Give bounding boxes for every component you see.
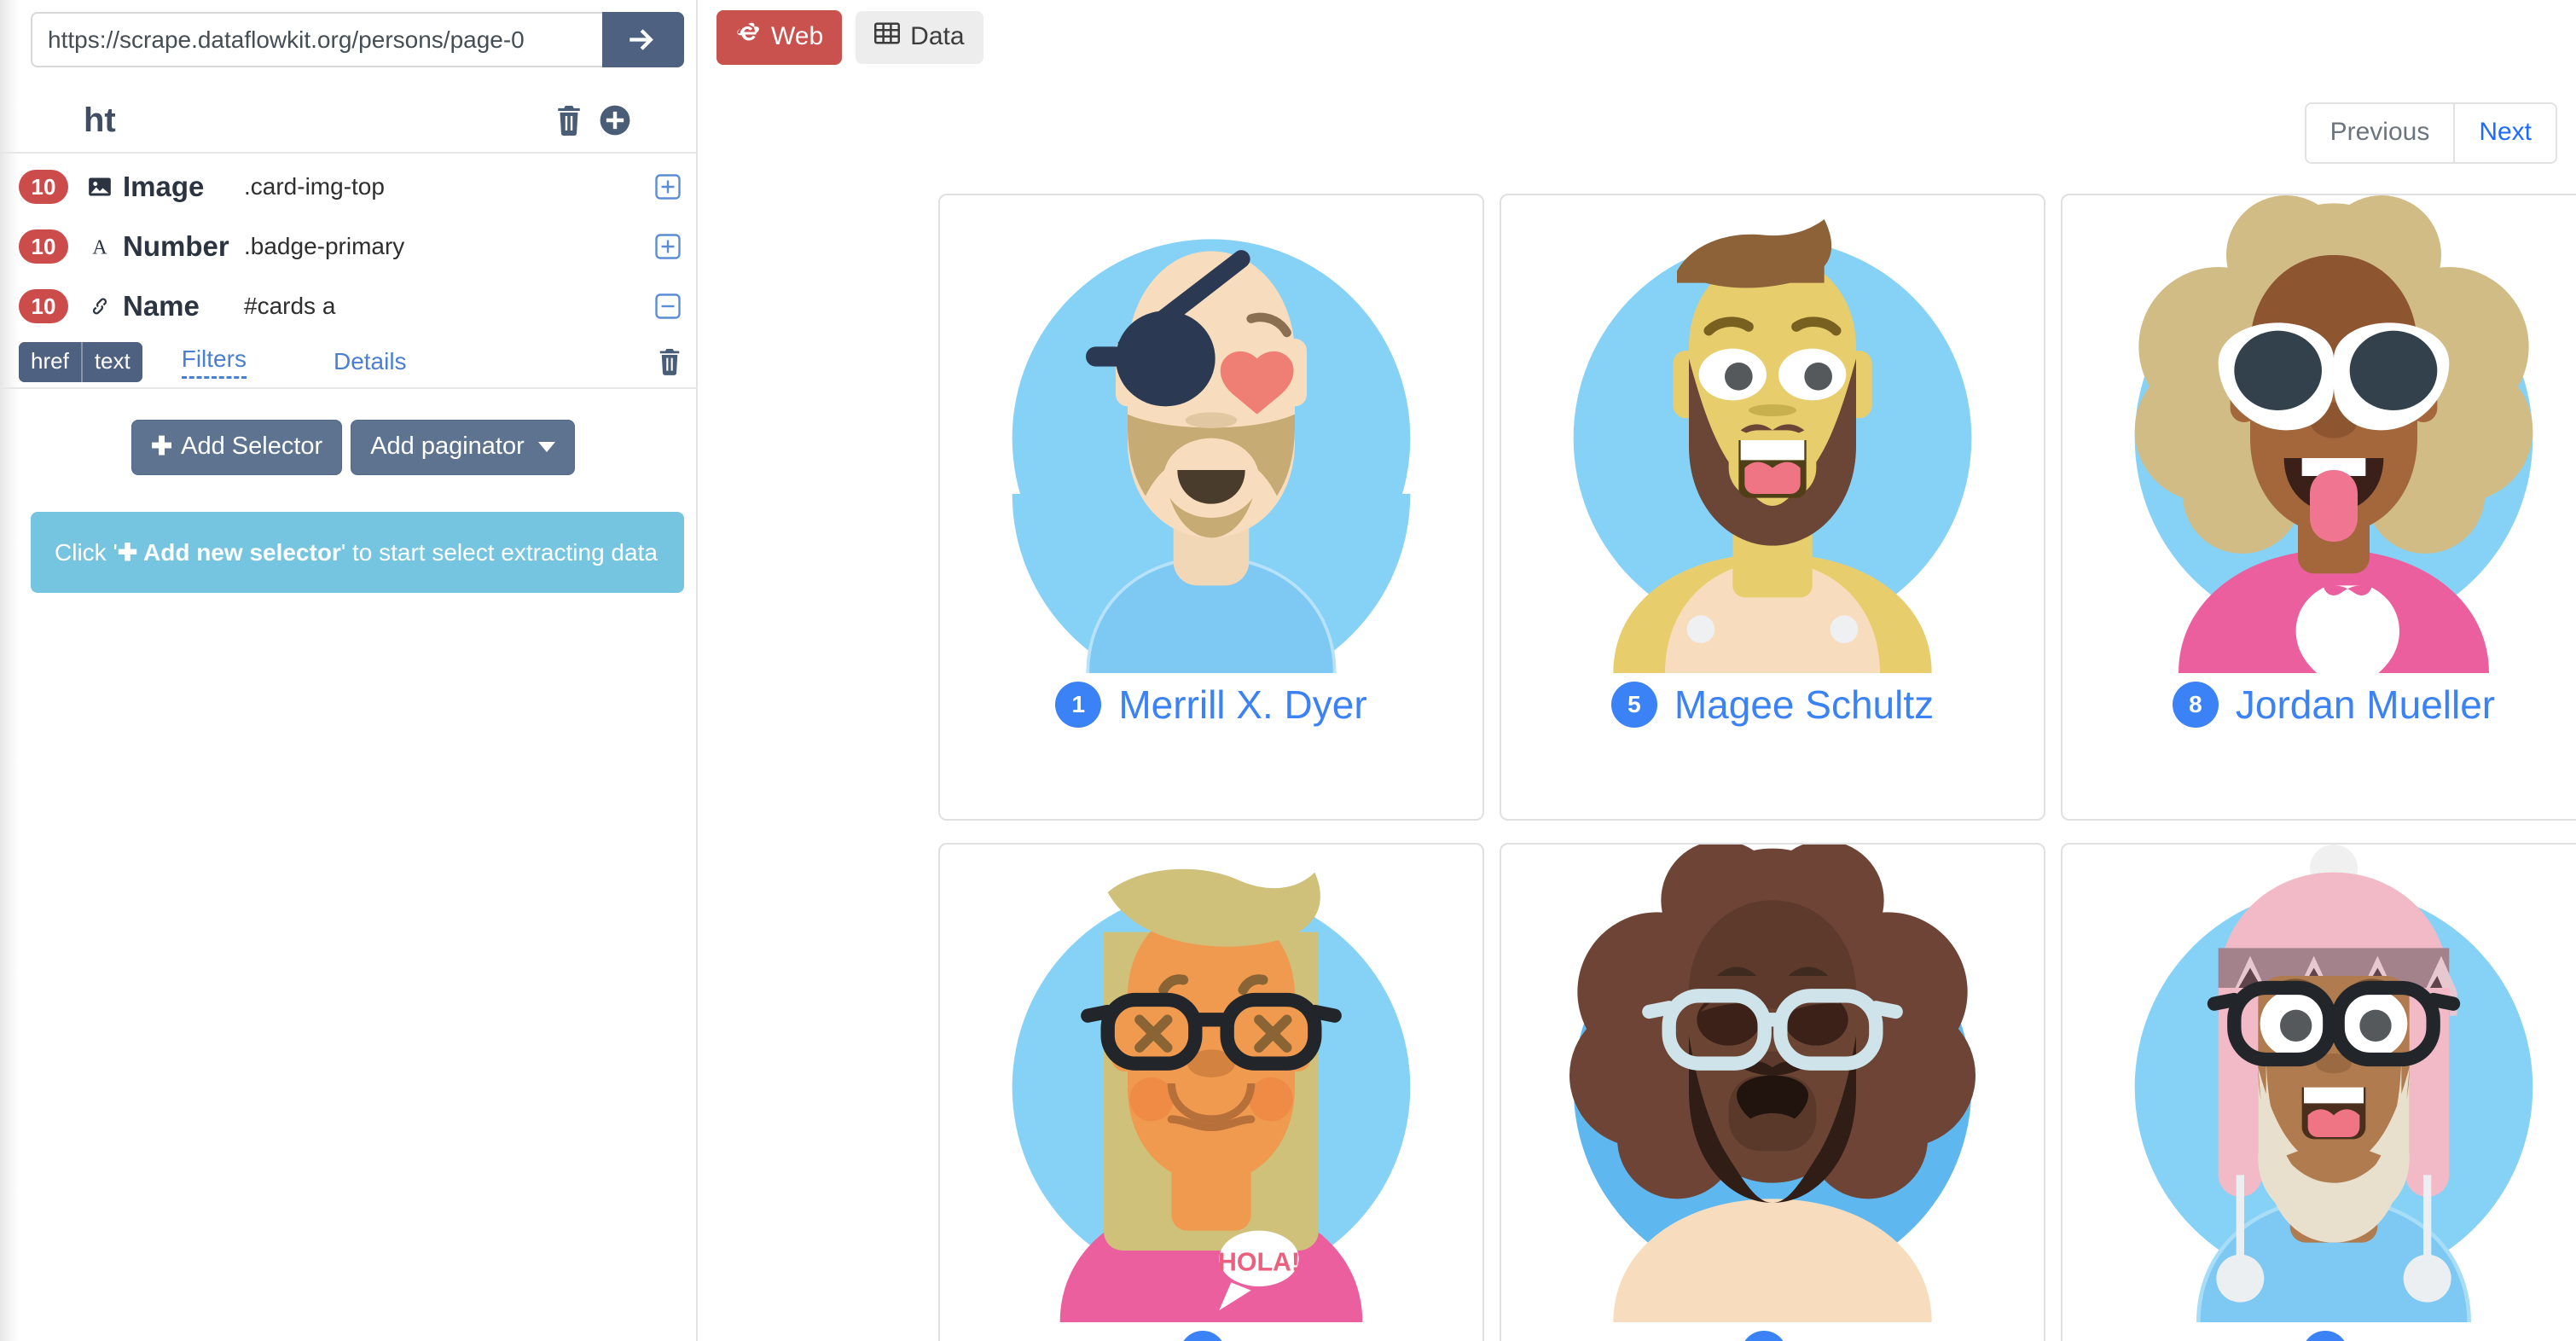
link-icon xyxy=(87,293,113,319)
avatar xyxy=(1534,195,2011,673)
person-name-link[interactable]: Jordan Mueller xyxy=(2236,682,2495,728)
avatar-bald-man-eyepatch-heart xyxy=(1012,239,1411,673)
selector-type: A Number xyxy=(87,230,244,263)
add-selector-label: Add Selector xyxy=(181,432,323,460)
add-selector-button[interactable]: ✚ Add Selector xyxy=(131,420,343,475)
avatar: HOLA! xyxy=(972,845,1450,1322)
selector-type: Image xyxy=(87,171,244,203)
selector-row-image[interactable]: 10 Image .card-img-top xyxy=(0,157,698,217)
avatar-afro-woman-sunglasses-batman xyxy=(2134,195,2533,673)
plus-circle-icon[interactable] xyxy=(599,104,631,136)
plus-square-icon[interactable] xyxy=(653,232,682,261)
attr-option-href[interactable]: href xyxy=(19,341,81,382)
avatar-afro-man-beard-glasses xyxy=(1569,845,1976,1322)
person-name-link[interactable]: Magee Schultz xyxy=(1674,682,1934,728)
project-header: ht xyxy=(0,89,698,154)
hint-prefix: Click ' xyxy=(55,538,118,566)
person-card-grid: 1 Merrill X. Dyer 5 Magee Schultz 8 Jord… xyxy=(938,194,2576,1341)
avatar-bearded-man-pompadour xyxy=(1573,219,1972,673)
person-number-badge xyxy=(2302,1331,2348,1341)
scraper-sidebar: ht 10 xyxy=(0,0,698,1341)
preview-panel: Web Data Previous Next 1 Merrill X. Dyer… xyxy=(698,0,2576,1341)
avatar-man-beanie-white-beard xyxy=(2134,845,2533,1322)
image-icon xyxy=(87,174,113,200)
person-card[interactable]: 8 Jordan Mueller xyxy=(2061,194,2576,821)
person-number-badge: 5 xyxy=(1610,682,1657,728)
plus-square-icon[interactable] xyxy=(653,172,682,201)
person-card-label xyxy=(1180,1331,1243,1341)
person-number-badge: 1 xyxy=(1055,682,1102,728)
trash-icon[interactable] xyxy=(554,104,583,136)
selector-type-label: Name xyxy=(123,290,200,322)
trash-icon[interactable] xyxy=(657,347,682,376)
selector-actions: ✚ Add Selector Add paginator xyxy=(0,420,698,475)
selector-detail-row: href text Filters Details xyxy=(0,336,698,389)
person-card-label: 1 Merrill X. Dyer xyxy=(1055,682,1367,728)
project-actions xyxy=(554,104,631,136)
svg-text:A: A xyxy=(92,237,107,258)
table-icon xyxy=(874,21,901,52)
avatar xyxy=(2095,845,2573,1322)
person-card[interactable]: 1 Merrill X. Dyer xyxy=(938,194,1484,821)
selector-row-name[interactable]: 10 Name #cards a xyxy=(0,276,698,336)
avatar xyxy=(1534,845,2011,1322)
selector-css-path: .card-img-top xyxy=(244,173,385,200)
add-paginator-label: Add paginator xyxy=(370,432,525,460)
avatar xyxy=(972,195,1450,673)
plus-icon: ✚ xyxy=(151,432,173,461)
selector-type-label: Image xyxy=(123,171,205,202)
hint-suffix: ' to start select extracting data xyxy=(340,538,658,566)
minus-square-icon[interactable] xyxy=(653,292,682,321)
person-card[interactable] xyxy=(1500,843,2045,1341)
selector-count-badge: 10 xyxy=(19,289,68,323)
selector-list: 10 Image .card-img-top 10 A Number .badg… xyxy=(0,157,698,389)
selector-row-number[interactable]: 10 A Number .badge-primary xyxy=(0,217,698,276)
person-card-label xyxy=(1741,1331,1804,1341)
internet-explorer-icon xyxy=(735,20,761,53)
person-card[interactable]: HOLA! xyxy=(938,843,1484,1341)
previous-page-button[interactable]: Previous xyxy=(2306,104,2456,162)
add-paginator-button[interactable]: Add paginator xyxy=(351,420,575,475)
person-card-label: 8 Jordan Mueller xyxy=(2172,682,2495,728)
details-link[interactable]: Details xyxy=(334,348,407,375)
person-number-badge xyxy=(1180,1331,1226,1341)
person-card[interactable]: 5 Magee Schultz xyxy=(1500,194,2045,821)
svg-text:HOLA!: HOLA! xyxy=(1218,1248,1300,1276)
filters-link[interactable]: Filters xyxy=(181,345,247,379)
tab-data[interactable]: Data xyxy=(856,11,983,64)
url-input[interactable] xyxy=(31,12,602,67)
letter-a-icon: A xyxy=(87,234,113,259)
pagination-controls: Previous Next xyxy=(2304,102,2557,164)
chevron-down-icon xyxy=(537,441,555,452)
attribute-toggle-group[interactable]: href text xyxy=(19,341,142,382)
attr-option-text[interactable]: text xyxy=(80,341,142,382)
tab-web-label: Web xyxy=(771,22,824,50)
selector-type: Name xyxy=(87,290,244,322)
avatar xyxy=(2095,195,2573,673)
hint-strong: ✚ Add new selector xyxy=(117,539,341,566)
tab-data-label: Data xyxy=(910,22,965,50)
project-title: ht xyxy=(84,101,116,139)
person-card-label xyxy=(2302,1331,2365,1341)
selector-type-label: Number xyxy=(123,230,229,262)
url-go-button[interactable] xyxy=(602,12,684,67)
url-bar xyxy=(31,12,684,67)
hint-banner: Click ' ✚ Add new selector ' to start se… xyxy=(31,512,684,593)
selector-css-path: #cards a xyxy=(244,293,336,319)
selector-count-badge: 10 xyxy=(19,170,68,204)
selector-css-path: .badge-primary xyxy=(244,233,405,259)
selector-count-badge: 10 xyxy=(19,229,68,264)
person-number-badge: 8 xyxy=(2172,682,2219,728)
view-mode-tabs: Web Data xyxy=(717,10,983,65)
person-card[interactable] xyxy=(2061,843,2576,1341)
person-card-label: 5 Magee Schultz xyxy=(1610,682,1934,728)
arrow-right-icon xyxy=(629,28,653,50)
person-name-link[interactable]: Merrill X. Dyer xyxy=(1118,682,1366,728)
avatar-blonde-woman-glasses-hola: HOLA! xyxy=(1012,868,1411,1322)
next-page-button[interactable]: Next xyxy=(2455,104,2556,162)
person-number-badge xyxy=(1741,1331,1787,1341)
tab-web[interactable]: Web xyxy=(717,10,843,65)
app-root: ht 10 xyxy=(0,0,2576,1341)
